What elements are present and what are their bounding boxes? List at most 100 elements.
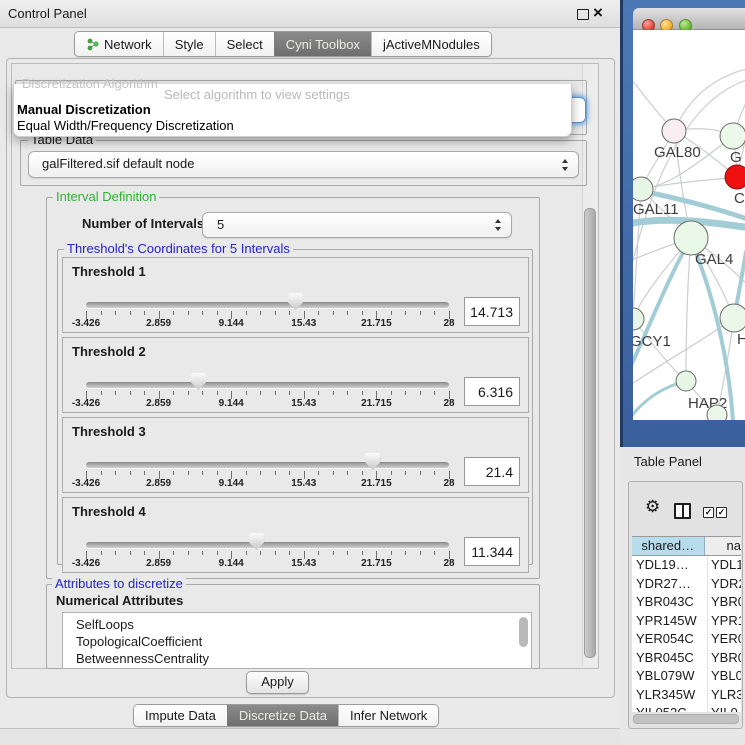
table-row[interactable]: YLR345WYLR3 xyxy=(632,686,741,705)
table-row[interactable]: YER054CYER0 xyxy=(632,630,741,649)
num-intervals-spinner[interactable]: 5 xyxy=(202,212,512,238)
tab-select[interactable]: Select xyxy=(215,32,274,56)
tab-discretize-data[interactable]: Discretize Data xyxy=(227,705,338,726)
cell-name[interactable]: YER0 xyxy=(708,630,741,649)
checkbox-icon[interactable]: ✓ xyxy=(716,507,727,518)
app-root: Control Panel × NetworkStyleSelectCyni T… xyxy=(0,0,745,745)
table-row[interactable]: YDR27…YDR2 xyxy=(632,575,741,594)
cell-shared-name[interactable]: YBR043C xyxy=(632,593,708,612)
network-node-gal11[interactable] xyxy=(633,177,653,201)
network-edge xyxy=(633,319,686,381)
split-columns-icon[interactable] xyxy=(674,503,691,519)
list-scrollbar-thumb[interactable] xyxy=(519,617,528,647)
threshold-box-2: Threshold 2-3.4262.8599.14415.4321.71528… xyxy=(62,337,529,413)
cell-name[interactable]: YBL0 xyxy=(708,667,741,686)
network-node-g[interactable] xyxy=(720,123,745,149)
table-row[interactable]: YBL079WYBL0 xyxy=(632,667,741,686)
network-graph[interactable]: GAL80GCGAL11GAL4GCY1HHAP2 xyxy=(633,30,745,420)
numerical-attributes-list[interactable]: SelfLoopsTopologicalCoefficientBetweenne… xyxy=(62,612,532,669)
threshold-value-field[interactable]: 11.344 xyxy=(464,537,520,566)
network-node-gal80[interactable] xyxy=(662,119,686,143)
tab-jactivemnodules[interactable]: jActiveMNodules xyxy=(371,32,491,56)
close-icon[interactable]: × xyxy=(593,3,603,23)
tick-label: 21.715 xyxy=(361,558,392,569)
slider-track[interactable] xyxy=(86,382,449,388)
cell-name[interactable]: YDR2 xyxy=(708,575,741,594)
attribute-list-item[interactable]: SelfLoops xyxy=(76,616,134,633)
menu-item-manual-discretization[interactable]: Manual Discretization xyxy=(17,102,151,117)
slider-track[interactable] xyxy=(86,302,449,308)
table-row[interactable]: YBR043CYBR0 xyxy=(632,593,741,612)
tick-label: -3.426 xyxy=(72,558,100,569)
cell-shared-name[interactable]: YBL079W xyxy=(632,667,708,686)
algorithm-placeholder: Select algorithm to view settings xyxy=(164,87,350,102)
tick-label: 2.859 xyxy=(146,398,171,409)
horizontal-scrollbar-thumb[interactable] xyxy=(633,714,739,724)
table-row[interactable]: YPR145WYPR1 xyxy=(632,612,741,631)
apply-button[interactable]: Apply xyxy=(246,671,309,694)
numerical-attributes-label: Numerical Attributes xyxy=(56,593,183,608)
tick-label: 15.43 xyxy=(291,398,316,409)
cell-shared-name[interactable]: YDL19… xyxy=(632,556,708,575)
cell-name[interactable]: YPR1 xyxy=(708,612,741,631)
tab-impute-data[interactable]: Impute Data xyxy=(134,705,227,726)
tick-label: 9.144 xyxy=(219,558,244,569)
cell-name[interactable]: YIL0 xyxy=(708,704,741,712)
network-window-titlebar[interactable] xyxy=(633,8,745,30)
tab-infer-network[interactable]: Infer Network xyxy=(338,705,438,726)
tick-label: 9.144 xyxy=(219,318,244,329)
threshold-value-field[interactable]: 21.4 xyxy=(464,457,520,486)
tick-label: -3.426 xyxy=(72,478,100,489)
network-node-c[interactable] xyxy=(725,165,745,189)
control-panel-titlebar xyxy=(0,0,620,28)
network-edge xyxy=(674,66,745,131)
tab-style[interactable]: Style xyxy=(163,32,215,56)
float-window-icon[interactable] xyxy=(577,9,589,20)
network-node-gal4[interactable] xyxy=(674,221,708,255)
cell-shared-name[interactable]: YDR27… xyxy=(632,575,708,594)
tick-label: 15.43 xyxy=(291,478,316,489)
table-row[interactable]: YBR045CYBR0 xyxy=(632,649,741,668)
table-row[interactable]: YIL052CYIL0 xyxy=(632,704,741,712)
vertical-scrollbar-thumb[interactable] xyxy=(584,208,596,658)
network-window-frame-edge xyxy=(620,0,623,447)
cell-name[interactable]: YDL1 xyxy=(708,556,741,575)
tab-network[interactable]: Network xyxy=(75,32,163,56)
menu-item-equal-width-frequency[interactable]: Equal Width/Frequency Discretization xyxy=(17,118,234,133)
cell-shared-name[interactable]: YBR045C xyxy=(632,649,708,668)
table-data-combo-value: galFiltered.sif default node xyxy=(42,152,194,176)
network-node-hap2[interactable] xyxy=(676,371,696,391)
combo-stepper-icon xyxy=(562,158,569,172)
cell-name[interactable]: YLR3 xyxy=(708,686,741,705)
algorithm-dropdown-popup: Select algorithm to view settings Manual… xyxy=(13,84,572,137)
network-node-gcy1[interactable] xyxy=(633,308,644,330)
cell-shared-name[interactable]: YPR145W xyxy=(632,612,708,631)
cell-shared-name[interactable]: YLR345W xyxy=(632,686,708,705)
thresholds-group-title: Threshold's Coordinates for 5 Intervals xyxy=(64,242,293,256)
tick-label: 15.43 xyxy=(291,558,316,569)
column-header-shared[interactable]: shared… xyxy=(632,537,705,555)
attribute-list-item[interactable]: TopologicalCoefficient xyxy=(76,633,202,650)
slider-track[interactable] xyxy=(86,462,449,468)
cell-shared-name[interactable]: YIL052C xyxy=(632,704,708,712)
gear-icon[interactable]: ⚙ xyxy=(645,498,660,516)
tick-label: 21.715 xyxy=(361,398,392,409)
node-label: GAL80 xyxy=(654,144,701,161)
network-canvas[interactable]: GAL80GCGAL11GAL4GCY1HHAP2 xyxy=(633,30,745,420)
cell-name[interactable]: YBR0 xyxy=(708,649,741,668)
threshold-label: Threshold 3 xyxy=(72,424,146,439)
threshold-value-field[interactable]: 6.316 xyxy=(464,377,520,406)
cell-shared-name[interactable]: YER054C xyxy=(632,630,708,649)
network-node[interactable] xyxy=(707,405,727,420)
threshold-value-field[interactable]: 14.713 xyxy=(464,297,520,326)
cell-name[interactable]: YBR0 xyxy=(708,593,741,612)
slider-track[interactable] xyxy=(86,542,449,548)
checkbox-icon[interactable]: ✓ xyxy=(703,507,714,518)
table-data-combo[interactable]: galFiltered.sif default node xyxy=(28,151,579,178)
tick-label: 2.859 xyxy=(146,318,171,329)
attribute-list-item[interactable]: BetweennessCentrality xyxy=(76,650,209,667)
column-header-name[interactable]: na xyxy=(705,537,741,555)
table-row[interactable]: YDL19…YDL1 xyxy=(632,556,741,575)
network-node-h[interactable] xyxy=(720,304,745,332)
tab-cyni-toolbox[interactable]: Cyni Toolbox xyxy=(274,32,371,56)
